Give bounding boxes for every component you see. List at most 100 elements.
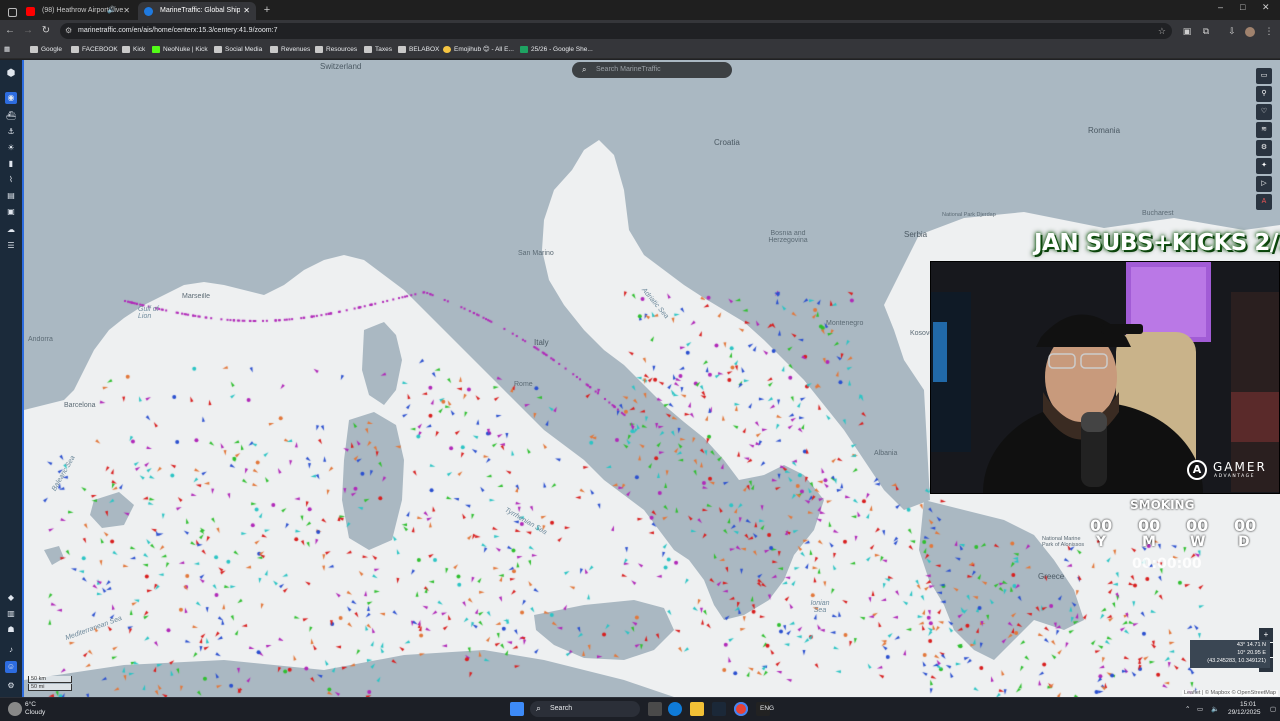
tab-strip: (98) Heathrow Airport Live 🔊 ✕ MarineTra… xyxy=(0,0,1280,20)
counter-days: 00 xyxy=(1234,516,1257,535)
settings-icon[interactable]: ⚙ xyxy=(5,680,17,692)
weather-desc[interactable]: Cloudy xyxy=(25,709,45,716)
marinetraffic-icon xyxy=(144,7,153,16)
annotation-icon[interactable]: A xyxy=(1256,194,1272,210)
tag-icon[interactable]: ◆ xyxy=(5,592,17,604)
clock-time[interactable]: 15:01 xyxy=(1240,701,1256,708)
map-search-input[interactable]: ⌕ Search MarineTraffic xyxy=(572,62,732,78)
bookmark-neonuke[interactable]: NeoNuke | Kick xyxy=(152,44,208,56)
address-bar[interactable]: ⚙ marinetraffic.com/en/ais/home/centerx:… xyxy=(60,23,1172,39)
downloads-icon[interactable]: ⇩ xyxy=(1226,24,1238,38)
events-icon[interactable]: ▣ xyxy=(5,206,17,218)
bookmark-facebook[interactable]: FACEBOOK xyxy=(71,44,118,56)
tab-heathrow[interactable]: (98) Heathrow Airport Live 🔊 ✕ xyxy=(20,2,136,20)
bookmark-label: FACEBOOK xyxy=(82,46,118,53)
users-icon[interactable]: ☗ xyxy=(5,624,17,636)
notes-icon[interactable]: ▥ xyxy=(5,608,17,620)
network-icon[interactable]: ▭ xyxy=(1197,705,1203,713)
search-placeholder: Search xyxy=(550,705,573,712)
language-indicator[interactable]: ENG xyxy=(760,705,774,712)
label-gulf-of-lion: Gulf of Lion xyxy=(138,306,159,320)
bookmark-revenues[interactable]: Revenues xyxy=(270,44,310,56)
play-track-icon[interactable]: ▷ xyxy=(1256,176,1272,192)
bookmark-google-sheets[interactable]: 25/26 - Google She... xyxy=(520,44,593,56)
search-icon: ⌕ xyxy=(582,65,587,74)
notifications-icon[interactable]: ▢ xyxy=(1270,705,1276,713)
bookmark-kick[interactable]: Kick xyxy=(122,44,145,56)
speaker-icon[interactable]: 🔊 xyxy=(107,2,116,20)
decimal-coordinates: (43.245283, 10.349121) xyxy=(1207,658,1266,664)
live-map-icon[interactable]: ◉ xyxy=(5,92,17,104)
gamer-advantage-icon: A xyxy=(1187,460,1207,480)
folder-icon xyxy=(71,46,79,53)
label-croatia: Croatia xyxy=(714,138,740,147)
support-icon[interactable]: ☺ xyxy=(5,661,17,673)
clock-date[interactable]: 29/12/2025 xyxy=(1228,709,1261,716)
reload-icon[interactable]: ↻ xyxy=(39,23,53,39)
webcam-feed: A GAMER ADVANTAGE xyxy=(930,261,1280,494)
file-explorer-icon[interactable] xyxy=(690,702,704,716)
bookmark-label: 25/26 - Google She... xyxy=(531,46,593,53)
new-tab-button[interactable]: + xyxy=(260,2,274,18)
label-andorra: Andorra xyxy=(28,336,53,343)
bookmark-taxes[interactable]: Taxes xyxy=(364,44,392,56)
bookmark-emojihub[interactable]: Emojihub 😊 - All E... xyxy=(443,44,514,56)
notifications-icon[interactable]: ♪ xyxy=(5,644,17,656)
extensions-puzzle-icon[interactable]: ⧉ xyxy=(1200,24,1212,38)
bookmark-star-icon[interactable]: ☆ xyxy=(1158,23,1166,39)
marinetraffic-logo[interactable]: ⬢ xyxy=(5,68,17,80)
routes-icon[interactable]: ⌇ xyxy=(5,174,17,186)
bookmark-social-media[interactable]: Social Media xyxy=(214,44,262,56)
windows-start-icon[interactable] xyxy=(510,702,524,716)
label-bosnia: Bosnia and Herzegovina xyxy=(768,230,808,244)
map-sidebar: ⬢ ◉ ⛴ ⚓ ☀ ▮ ⌇ ▤ ▣ ☁ ☰ ◆ ▥ ☗ ♪ ☺ ⚙ xyxy=(0,60,24,697)
fleet-icon[interactable]: ▮ xyxy=(5,158,17,170)
filter-icon[interactable]: ⚲ xyxy=(1256,86,1272,102)
bookmark-google[interactable]: Google xyxy=(30,44,62,56)
port-icon[interactable]: ⚓ xyxy=(5,126,17,138)
weather-icon[interactable] xyxy=(8,702,22,716)
close-tab-icon[interactable]: ✕ xyxy=(123,2,130,20)
map-attribution[interactable]: Leaflet | © Mapbox © OpenStreetMap xyxy=(1181,690,1278,696)
bookmark-belabox[interactable]: BELABOX xyxy=(398,44,439,56)
apps-grid-icon[interactable]: ▦ xyxy=(4,44,10,56)
minimize-button[interactable]: – xyxy=(1218,2,1223,12)
taskbar-search[interactable]: ⌕ Search xyxy=(530,701,640,717)
browser-toolbar: ← → ↻ ⚙ marinetraffic.com/en/ais/home/ce… xyxy=(0,20,1280,42)
volume-icon[interactable]: 🔈 xyxy=(1211,705,1219,713)
tab-marinetraffic[interactable]: MarineTraffic: Global Ship Track ✕ xyxy=(138,2,256,20)
weather-icon[interactable]: ☀ xyxy=(5,142,17,154)
weather-layer-icon[interactable]: ♡ xyxy=(1256,104,1272,120)
back-icon[interactable]: ← xyxy=(3,23,17,39)
edge-icon[interactable] xyxy=(668,702,682,716)
measure-icon[interactable]: ⚙ xyxy=(1256,140,1272,156)
ruler-icon[interactable]: ✦ xyxy=(1256,158,1272,174)
taskbar: 6°C Cloudy ⌕ Search ⌃ ENG ▭ 🔈 15:01 29/1… xyxy=(0,697,1280,721)
close-tab-icon[interactable]: ✕ xyxy=(243,2,250,20)
unit-years: Y xyxy=(1096,534,1107,550)
profile-avatar[interactable] xyxy=(1244,24,1256,38)
menu-icon[interactable]: ⋮ xyxy=(1263,24,1275,38)
analytics-icon[interactable]: ▤ xyxy=(5,190,17,202)
site-info-icon[interactable]: ⚙ xyxy=(65,26,72,36)
tab-title: MarineTraffic: Global Ship Track xyxy=(160,7,240,14)
cursor-coordinates: 43° 14.71 N 10° 20.95 E (43.245283, 10.3… xyxy=(1190,640,1270,668)
list-icon[interactable]: ☰ xyxy=(5,240,17,252)
bookmark-resources[interactable]: Resources xyxy=(315,44,357,56)
weather-temp[interactable]: 6°C xyxy=(25,701,36,708)
layers-icon[interactable]: ▭ xyxy=(1256,68,1272,84)
cloud-icon[interactable]: ☁ xyxy=(5,224,17,236)
close-window-button[interactable]: ✕ xyxy=(1262,2,1270,13)
ship-icon[interactable]: ⛴ xyxy=(5,110,17,122)
tab-search-icon[interactable] xyxy=(8,4,17,17)
tray-chevron-icon[interactable]: ⌃ xyxy=(1185,705,1190,713)
forward-icon[interactable]: → xyxy=(21,23,35,39)
maximize-button[interactable]: □ xyxy=(1240,2,1245,12)
label-rome: Rome xyxy=(514,381,533,388)
task-view-icon[interactable] xyxy=(648,702,662,716)
chrome-icon[interactable] xyxy=(734,702,748,716)
steam-icon[interactable] xyxy=(712,702,726,716)
subs-goal-banner: JAN SUBS+KICKS 2/100 xyxy=(1034,230,1280,256)
map-options-icon[interactable]: ≋ xyxy=(1256,122,1272,138)
extension-icon[interactable]: ▣ xyxy=(1181,24,1193,38)
